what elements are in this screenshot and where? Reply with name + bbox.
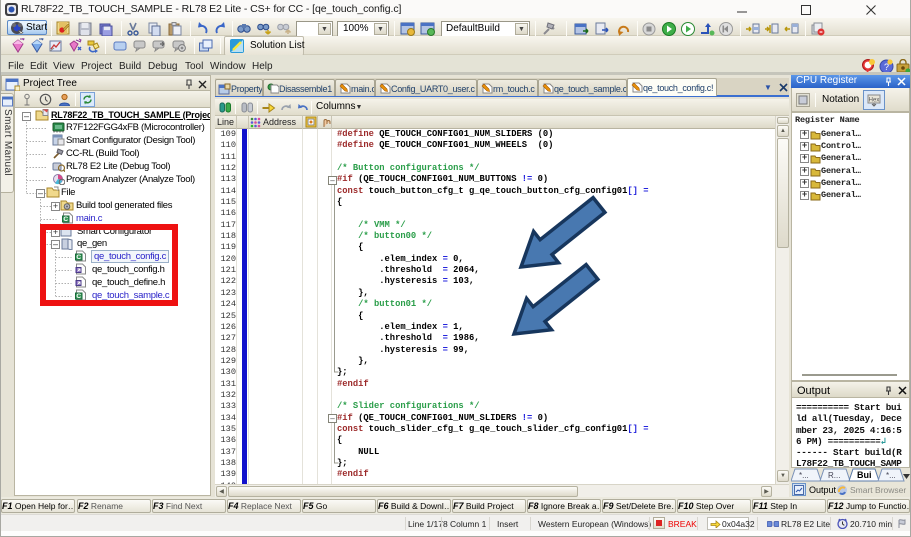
svg-text:C: C bbox=[63, 216, 68, 223]
svg-text:C: C bbox=[76, 254, 81, 261]
svg-text:*...: *... bbox=[886, 471, 896, 480]
svg-text:C: C bbox=[76, 293, 81, 300]
svg-text:Hex: Hex bbox=[869, 98, 880, 104]
svg-text:*...: *... bbox=[799, 471, 809, 480]
svg-text:Bui: Bui bbox=[857, 470, 872, 480]
svg-text:R...: R... bbox=[828, 471, 840, 480]
